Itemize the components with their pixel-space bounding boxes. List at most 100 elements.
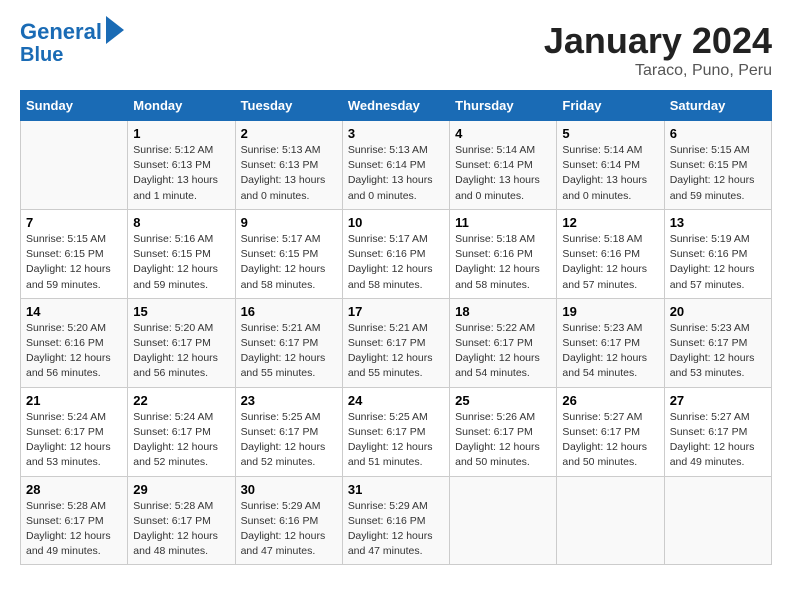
day-number: 12: [562, 215, 658, 230]
day-detail: Sunrise: 5:14 AMSunset: 6:14 PMDaylight:…: [455, 143, 551, 204]
day-number: 11: [455, 215, 551, 230]
day-detail: Sunrise: 5:15 AMSunset: 6:15 PMDaylight:…: [26, 232, 122, 293]
day-number: 1: [133, 126, 229, 141]
day-number: 26: [562, 393, 658, 408]
calendar-cell: 8 Sunrise: 5:16 AMSunset: 6:15 PMDaylight…: [128, 209, 235, 298]
column-header-thursday: Thursday: [450, 91, 557, 121]
calendar-cell: [450, 476, 557, 565]
title-block: January 2024 Taraco, Puno, Peru: [544, 20, 772, 80]
calendar-cell: 9Sunrise: 5:17 AMSunset: 6:15 PMDaylight…: [235, 209, 342, 298]
calendar-cell: 14 Sunrise: 5:20 AMSunset: 6:16 PMDayligh…: [21, 298, 128, 387]
day-number: 3: [348, 126, 444, 141]
week-row-2: 7Sunrise: 5:15 AMSunset: 6:15 PMDaylight…: [21, 209, 772, 298]
column-header-sunday: Sunday: [21, 91, 128, 121]
day-number: 21: [26, 393, 122, 408]
calendar-cell: 5 Sunrise: 5:14 AMSunset: 6:14 PMDaylight…: [557, 121, 664, 210]
day-detail: Sunrise: 5:26 AMSunset: 6:17 PMDaylight:…: [455, 410, 551, 471]
day-detail: Sunrise: 5:14 AMSunset: 6:14 PMDaylight:…: [562, 143, 658, 204]
week-row-1: 1Sunrise: 5:12 AMSunset: 6:13 PMDaylight…: [21, 121, 772, 210]
week-row-5: 28 Sunrise: 5:28 AMSunset: 6:17 PMDayligh…: [21, 476, 772, 565]
day-number: 24: [348, 393, 444, 408]
day-detail: Sunrise: 5:24 AMSunset: 6:17 PMDaylight:…: [133, 410, 229, 471]
day-number: 13: [670, 215, 766, 230]
week-row-3: 14 Sunrise: 5:20 AMSunset: 6:16 PMDayligh…: [21, 298, 772, 387]
calendar-cell: 31Sunrise: 5:29 AMSunset: 6:16 PMDayligh…: [342, 476, 449, 565]
day-detail: Sunrise: 5:18 AMSunset: 6:16 PMDaylight:…: [562, 232, 658, 293]
calendar-cell: 21Sunrise: 5:24 AMSunset: 6:17 PMDayligh…: [21, 387, 128, 476]
calendar-cell: 15Sunrise: 5:20 AMSunset: 6:17 PMDayligh…: [128, 298, 235, 387]
day-detail: Sunrise: 5:21 AMSunset: 6:17 PMDaylight:…: [241, 321, 337, 382]
calendar-cell: 4 Sunrise: 5:14 AMSunset: 6:14 PMDaylight…: [450, 121, 557, 210]
day-detail: Sunrise: 5:20 AMSunset: 6:16 PMDaylight:…: [26, 321, 122, 382]
day-detail: Sunrise: 5:28 AMSunset: 6:17 PMDaylight:…: [26, 499, 122, 560]
day-number: 18: [455, 304, 551, 319]
day-detail: Sunrise: 5:15 AMSunset: 6:15 PMDaylight:…: [670, 143, 766, 204]
day-detail: Sunrise: 5:16 AMSunset: 6:15 PMDaylight:…: [133, 232, 229, 293]
calendar-cell: 23 Sunrise: 5:25 AMSunset: 6:17 PMDayligh…: [235, 387, 342, 476]
day-number: 15: [133, 304, 229, 319]
calendar-table: SundayMondayTuesdayWednesdayThursdayFrid…: [20, 90, 772, 565]
week-row-4: 21 Sunrise: 5:24 AMSunset: 6:17 PMDayligh…: [21, 387, 772, 476]
calendar-cell: 30 Sunrise: 5:29 AMSunset: 6:16 PMDayligh…: [235, 476, 342, 565]
column-header-saturday: Saturday: [664, 91, 771, 121]
calendar-cell: 27Sunrise: 5:27 AMSunset: 6:17 PMDayligh…: [664, 387, 771, 476]
day-detail: Sunrise: 5:25 AMSunset: 6:17 PMDaylight:…: [241, 410, 337, 471]
day-number: 17: [348, 304, 444, 319]
calendar-title: January 2024: [544, 20, 772, 62]
day-number: 19: [562, 304, 658, 319]
calendar-cell: 29 Sunrise: 5:28 AMSunset: 6:17 PMDayligh…: [128, 476, 235, 565]
calendar-cell: 20 Sunrise: 5:23 AMSunset: 6:17 PMDayligh…: [664, 298, 771, 387]
day-number: 29: [133, 482, 229, 497]
calendar-cell: [557, 476, 664, 565]
day-number: 6: [670, 126, 766, 141]
calendar-cell: 22 Sunrise: 5:24 AMSunset: 6:17 PMDayligh…: [128, 387, 235, 476]
day-number: 23: [241, 393, 337, 408]
day-number: 16: [241, 304, 337, 319]
logo-text-blue: Blue: [20, 44, 63, 66]
day-detail: Sunrise: 5:29 AMSunset: 6:16 PMDaylight:…: [241, 499, 337, 560]
calendar-cell: 12 Sunrise: 5:18 AMSunset: 6:16 PMDayligh…: [557, 209, 664, 298]
day-number: 5: [562, 126, 658, 141]
day-detail: Sunrise: 5:27 AMSunset: 6:17 PMDaylight:…: [670, 410, 766, 471]
logo-text-general: General: [20, 20, 102, 44]
column-header-tuesday: Tuesday: [235, 91, 342, 121]
logo-arrow-icon: [106, 16, 124, 44]
calendar-cell: 1Sunrise: 5:12 AMSunset: 6:13 PMDaylight…: [128, 121, 235, 210]
calendar-cell: 18 Sunrise: 5:22 AMSunset: 6:17 PMDayligh…: [450, 298, 557, 387]
column-header-friday: Friday: [557, 91, 664, 121]
day-detail: Sunrise: 5:19 AMSunset: 6:16 PMDaylight:…: [670, 232, 766, 293]
calendar-cell: 24Sunrise: 5:25 AMSunset: 6:17 PMDayligh…: [342, 387, 449, 476]
day-number: 4: [455, 126, 551, 141]
day-detail: Sunrise: 5:22 AMSunset: 6:17 PMDaylight:…: [455, 321, 551, 382]
day-number: 10: [348, 215, 444, 230]
day-number: 22: [133, 393, 229, 408]
day-detail: Sunrise: 5:23 AMSunset: 6:17 PMDaylight:…: [670, 321, 766, 382]
day-detail: Sunrise: 5:27 AMSunset: 6:17 PMDaylight:…: [562, 410, 658, 471]
column-header-monday: Monday: [128, 91, 235, 121]
calendar-cell: 6 Sunrise: 5:15 AMSunset: 6:15 PMDaylight…: [664, 121, 771, 210]
day-number: 2: [241, 126, 337, 141]
day-number: 30: [241, 482, 337, 497]
calendar-header-row: SundayMondayTuesdayWednesdayThursdayFrid…: [21, 91, 772, 121]
calendar-cell: 16 Sunrise: 5:21 AMSunset: 6:17 PMDayligh…: [235, 298, 342, 387]
day-detail: Sunrise: 5:28 AMSunset: 6:17 PMDaylight:…: [133, 499, 229, 560]
calendar-cell: [664, 476, 771, 565]
calendar-cell: 17 Sunrise: 5:21 AMSunset: 6:17 PMDayligh…: [342, 298, 449, 387]
calendar-body: 1Sunrise: 5:12 AMSunset: 6:13 PMDaylight…: [21, 121, 772, 565]
day-detail: Sunrise: 5:29 AMSunset: 6:16 PMDaylight:…: [348, 499, 444, 560]
day-number: 28: [26, 482, 122, 497]
day-detail: Sunrise: 5:17 AMSunset: 6:15 PMDaylight:…: [241, 232, 337, 293]
day-number: 20: [670, 304, 766, 319]
calendar-cell: 19Sunrise: 5:23 AMSunset: 6:17 PMDayligh…: [557, 298, 664, 387]
calendar-cell: 13 Sunrise: 5:19 AMSunset: 6:16 PMDayligh…: [664, 209, 771, 298]
calendar-cell: 26 Sunrise: 5:27 AMSunset: 6:17 PMDayligh…: [557, 387, 664, 476]
calendar-cell: 2Sunrise: 5:13 AMSunset: 6:13 PMDaylight…: [235, 121, 342, 210]
day-number: 14: [26, 304, 122, 319]
day-detail: Sunrise: 5:18 AMSunset: 6:16 PMDaylight:…: [455, 232, 551, 293]
calendar-cell: 10 Sunrise: 5:17 AMSunset: 6:16 PMDayligh…: [342, 209, 449, 298]
calendar-cell: 28 Sunrise: 5:28 AMSunset: 6:17 PMDayligh…: [21, 476, 128, 565]
day-detail: Sunrise: 5:21 AMSunset: 6:17 PMDaylight:…: [348, 321, 444, 382]
day-detail: Sunrise: 5:17 AMSunset: 6:16 PMDaylight:…: [348, 232, 444, 293]
day-number: 8: [133, 215, 229, 230]
calendar-cell: 7Sunrise: 5:15 AMSunset: 6:15 PMDaylight…: [21, 209, 128, 298]
